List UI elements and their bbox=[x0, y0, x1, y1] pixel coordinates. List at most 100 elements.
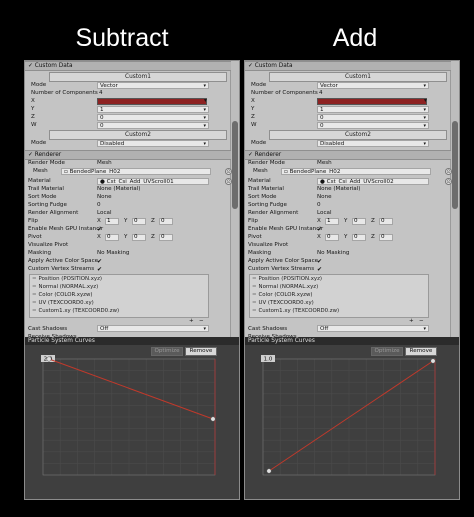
flip-y-field[interactable]: 0 bbox=[132, 218, 146, 225]
section-custom-data[interactable]: ✓ Custom Data bbox=[25, 61, 231, 71]
curve-graph[interactable]: 1.0 bbox=[245, 337, 459, 499]
pivot-y-field[interactable]: 0 bbox=[352, 234, 366, 241]
custom1-header[interactable]: Custom1 bbox=[49, 72, 227, 82]
pivot-z-field[interactable]: 0 bbox=[379, 234, 393, 241]
custom-vertex-streams-checkbox[interactable]: ✔ bbox=[317, 266, 322, 273]
section-renderer[interactable]: ✓ Renderer bbox=[25, 150, 231, 160]
scrollbar-thumb[interactable] bbox=[452, 121, 458, 209]
z-field[interactable]: 0 bbox=[317, 114, 429, 121]
mode-dropdown[interactable]: Vector bbox=[97, 82, 209, 89]
y-field[interactable]: 1 bbox=[317, 106, 429, 113]
trail-material-value[interactable]: None (Material) bbox=[317, 186, 360, 193]
sorting-fudge-value[interactable]: 0 bbox=[97, 202, 101, 209]
material-picker-icon[interactable]: ⊙ bbox=[445, 178, 452, 185]
masking-value[interactable]: No Masking bbox=[317, 250, 349, 257]
custom1-header[interactable]: Custom1 bbox=[269, 72, 447, 82]
apply-color-space-checkbox[interactable]: ✔ bbox=[317, 258, 322, 265]
trail-material-label: Trail Material bbox=[28, 186, 64, 192]
curve-graph[interactable]: 2.0 bbox=[25, 337, 239, 499]
list-item[interactable]: = UV (TEXCOORD0.xy) bbox=[252, 300, 314, 307]
x-dropdown-arrow[interactable]: ▾ bbox=[204, 98, 207, 105]
flip-x-field[interactable]: 1 bbox=[325, 218, 339, 225]
masking-value[interactable]: No Masking bbox=[97, 250, 129, 257]
material-field[interactable]: ● Cst_Csi_Add_UVScroll01 bbox=[97, 178, 209, 185]
custom2-header[interactable]: Custom2 bbox=[269, 130, 447, 140]
list-item[interactable]: = Custom1.xy (TEXCOORD0.zw) bbox=[32, 308, 119, 315]
render-mode-value[interactable]: Mesh bbox=[317, 160, 332, 167]
list-item[interactable]: = Normal (NORMAL.xyz) bbox=[32, 284, 98, 291]
add-stream-button[interactable]: + bbox=[409, 318, 414, 325]
flip-y-field[interactable]: 0 bbox=[352, 218, 366, 225]
mesh-field[interactable]: ▫ BendedPlane_H02 bbox=[281, 168, 431, 175]
render-alignment-value[interactable]: Local bbox=[97, 210, 112, 217]
material-field[interactable]: ● Cst_Csi_Add_UVScroll02 bbox=[317, 178, 429, 185]
num-components-value[interactable]: 4 bbox=[319, 90, 323, 97]
y-label: Y bbox=[31, 106, 35, 112]
sort-mode-label: Sort Mode bbox=[28, 194, 57, 200]
flip-label: Flip bbox=[248, 218, 258, 224]
cast-shadows-dropdown[interactable]: Off bbox=[97, 325, 209, 332]
x-label: X bbox=[31, 98, 35, 104]
sort-mode-value[interactable]: None bbox=[97, 194, 112, 201]
enable-gpu-checkbox[interactable]: ✔ bbox=[97, 226, 102, 233]
pivot-y-label: Y bbox=[344, 234, 348, 240]
enable-gpu-checkbox[interactable]: ✔ bbox=[317, 226, 322, 233]
flip-z-field[interactable]: 0 bbox=[379, 218, 393, 225]
x-curve-swatch[interactable] bbox=[317, 98, 427, 105]
mode2-dropdown[interactable]: Disabled bbox=[317, 140, 429, 147]
w-field[interactable]: 0 bbox=[317, 122, 429, 129]
list-item[interactable]: = Color (COLOR.xyzw) bbox=[252, 292, 312, 299]
flip-y-label: Y bbox=[124, 218, 128, 224]
mesh-field[interactable]: ▫ BendedPlane_H02 bbox=[61, 168, 211, 175]
add-stream-button[interactable]: + bbox=[189, 318, 194, 325]
cast-shadows-dropdown[interactable]: Off bbox=[317, 325, 429, 332]
pivot-x-field[interactable]: 0 bbox=[325, 234, 339, 241]
material-picker-icon[interactable]: ⊙ bbox=[225, 178, 232, 185]
inspector-panel-subtract: ✓ Custom Data Custom1 Mode Vector Number… bbox=[24, 60, 240, 500]
visualize-pivot-label: Visualize Pivot bbox=[248, 242, 289, 248]
check-icon: ✓ bbox=[28, 63, 35, 69]
flip-x-field[interactable]: 1 bbox=[105, 218, 119, 225]
trail-material-value[interactable]: None (Material) bbox=[97, 186, 140, 193]
render-mode-value[interactable]: Mesh bbox=[97, 160, 112, 167]
scrollbar-thumb[interactable] bbox=[232, 121, 238, 209]
mesh-picker-icon[interactable]: ⊙ bbox=[225, 168, 232, 175]
render-alignment-value[interactable]: Local bbox=[317, 210, 332, 217]
x-curve-swatch[interactable] bbox=[97, 98, 207, 105]
curve-key-end bbox=[210, 416, 216, 422]
sorting-fudge-value[interactable]: 0 bbox=[317, 202, 321, 209]
list-item[interactable]: = Color (COLOR.xyzw) bbox=[32, 292, 92, 299]
curve-key-start bbox=[266, 468, 272, 474]
x-dropdown-arrow[interactable]: ▾ bbox=[424, 98, 427, 105]
num-components-value[interactable]: 4 bbox=[99, 90, 103, 97]
custom2-header[interactable]: Custom2 bbox=[49, 130, 227, 140]
list-item[interactable]: = Position (POSITION.xyz) bbox=[252, 276, 322, 283]
x-label: X bbox=[251, 98, 255, 104]
pivot-z-field[interactable]: 0 bbox=[159, 234, 173, 241]
material-label: Material bbox=[28, 178, 51, 184]
pivot-y-field[interactable]: 0 bbox=[132, 234, 146, 241]
mesh-picker-icon[interactable]: ⊙ bbox=[445, 168, 452, 175]
list-item[interactable]: = UV (TEXCOORD0.xy) bbox=[32, 300, 94, 307]
section-custom-data[interactable]: ✓ Custom Data bbox=[245, 61, 451, 71]
top-value-label: 1.0 bbox=[264, 357, 273, 363]
custom-vertex-streams-checkbox[interactable]: ✔ bbox=[97, 266, 102, 273]
list-item[interactable]: = Position (POSITION.xyz) bbox=[32, 276, 102, 283]
section-renderer[interactable]: ✓ Renderer bbox=[245, 150, 451, 160]
flip-z-field[interactable]: 0 bbox=[159, 218, 173, 225]
pivot-x-field[interactable]: 0 bbox=[105, 234, 119, 241]
scrollbar[interactable] bbox=[450, 61, 459, 337]
remove-stream-button[interactable]: − bbox=[199, 318, 204, 325]
list-item[interactable]: = Normal (NORMAL.xyz) bbox=[252, 284, 318, 291]
mode-dropdown[interactable]: Vector bbox=[317, 82, 429, 89]
y-field[interactable]: 1 bbox=[97, 106, 209, 113]
sort-mode-value[interactable]: None bbox=[317, 194, 332, 201]
apply-color-space-checkbox[interactable]: ✔ bbox=[97, 258, 102, 265]
list-item[interactable]: = Custom1.xy (TEXCOORD0.zw) bbox=[252, 308, 339, 315]
scrollbar[interactable] bbox=[230, 61, 239, 337]
mode2-dropdown[interactable]: Disabled bbox=[97, 140, 209, 147]
z-field[interactable]: 0 bbox=[97, 114, 209, 121]
remove-stream-button[interactable]: − bbox=[419, 318, 424, 325]
custom-vertex-streams-label: Custom Vertex Streams bbox=[28, 266, 95, 272]
w-field[interactable]: 0 bbox=[97, 122, 209, 129]
